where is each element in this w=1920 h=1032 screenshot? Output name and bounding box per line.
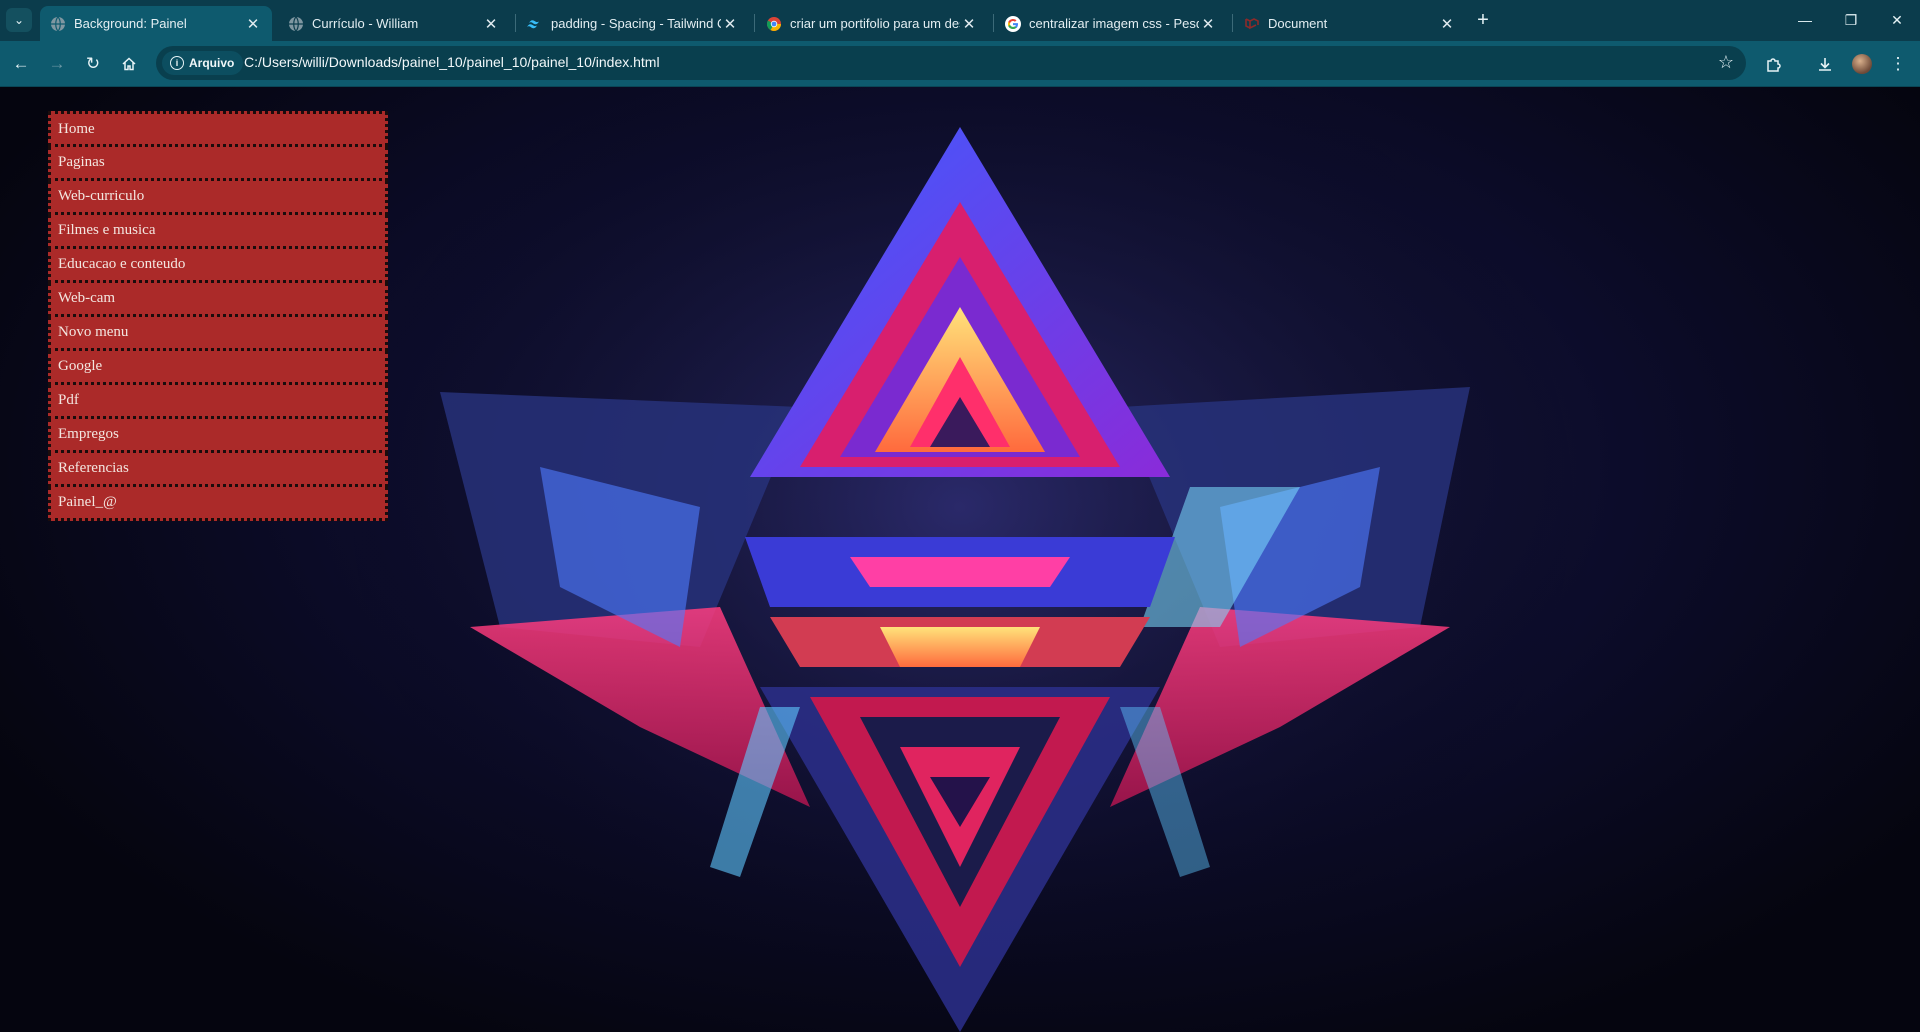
globe-icon: [288, 16, 304, 32]
arrow-left-icon: ←: [12, 54, 30, 73]
browser-toolbar: ← → ↻ i Arquivo C:/Users/willi/Downloads…: [0, 41, 1920, 87]
side-menu: Home Paginas Web-curriculo Filmes e musi…: [48, 111, 388, 521]
tab-title: padding - Spacing - Tailwind CSS: [551, 16, 721, 31]
tab-curriculo[interactable]: Currículo - William ✕: [278, 6, 510, 41]
close-tab-icon[interactable]: ✕: [1199, 15, 1217, 33]
google-icon: [1005, 15, 1021, 32]
download-icon: [1819, 58, 1831, 71]
close-tab-icon[interactable]: ✕: [244, 15, 262, 33]
restore-button[interactable]: ❐: [1828, 0, 1874, 40]
chrome-menu-button[interactable]: ⋮: [1883, 49, 1913, 79]
restore-icon: ❐: [1844, 11, 1858, 28]
tab-separator: [993, 14, 994, 32]
forward-button[interactable]: →: [42, 49, 72, 79]
menu-item-empregos[interactable]: Empregos: [48, 419, 388, 453]
home-icon: [122, 57, 136, 71]
reload-button[interactable]: ↻: [78, 49, 108, 79]
extensions-button[interactable]: [1758, 49, 1788, 79]
address-bar[interactable]: i Arquivo C:/Users/willi/Downloads/paine…: [156, 46, 1746, 80]
tab-search-button[interactable]: ⌄: [6, 8, 32, 32]
tab-separator: [1232, 14, 1233, 32]
close-icon: ✕: [1891, 11, 1903, 28]
puzzle-icon: [1766, 57, 1781, 72]
menu-item-novo-menu[interactable]: Novo menu: [48, 317, 388, 351]
laravel-icon: [1244, 16, 1260, 32]
more-vertical-icon: ⋮: [1889, 54, 1907, 73]
menu-item-google[interactable]: Google: [48, 351, 388, 385]
tab-strip: ⌄ Background: Painel ✕ Currículo - Willi…: [0, 0, 1920, 41]
tab-centralizar-imagem[interactable]: centralizar imagem css - Pesqu ✕: [995, 6, 1227, 41]
tab-title: Document: [1268, 16, 1328, 31]
menu-item-pdf[interactable]: Pdf: [48, 385, 388, 419]
tab-title: centralizar imagem css - Pesqu: [1029, 16, 1199, 31]
menu-item-referencias[interactable]: Referencias: [48, 453, 388, 487]
close-tab-icon[interactable]: ✕: [482, 15, 500, 33]
minimize-icon: —: [1798, 12, 1812, 28]
globe-icon: [50, 16, 66, 32]
menu-item-filmes-e-musica[interactable]: Filmes e musica: [48, 215, 388, 249]
close-tab-icon[interactable]: ✕: [960, 15, 978, 33]
tab-background-painel[interactable]: Background: Painel ✕: [40, 6, 272, 41]
menu-item-educacao-e-conteudo[interactable]: Educacao e conteudo: [48, 249, 388, 283]
tab-title: Currículo - William: [312, 16, 419, 31]
site-info-chip[interactable]: i Arquivo: [162, 51, 244, 75]
tab-document[interactable]: Document ✕: [1234, 6, 1466, 41]
page-viewport: Home Paginas Web-curriculo Filmes e musi…: [0, 87, 1920, 1032]
chrome-icon: [766, 16, 782, 32]
tailwind-icon: [527, 16, 543, 32]
site-info-label: Arquivo: [189, 56, 235, 70]
menu-item-home[interactable]: Home: [48, 111, 388, 147]
close-tab-icon[interactable]: ✕: [1438, 15, 1456, 33]
minimize-button[interactable]: —: [1782, 0, 1828, 40]
plus-icon: +: [1477, 8, 1489, 31]
menu-item-web-cam[interactable]: Web-cam: [48, 283, 388, 317]
tab-separator: [754, 14, 755, 32]
menu-item-painel[interactable]: Painel_@: [48, 487, 388, 521]
back-button[interactable]: ←: [6, 49, 36, 79]
profile-button[interactable]: [1847, 49, 1877, 79]
bookmark-star-icon[interactable]: ☆: [1718, 52, 1734, 73]
home-button[interactable]: [114, 49, 144, 79]
close-tab-icon[interactable]: ✕: [721, 15, 739, 33]
reload-icon: ↻: [85, 54, 101, 73]
avatar: [1852, 54, 1872, 74]
downloads-button[interactable]: [1810, 49, 1840, 79]
menu-item-paginas[interactable]: Paginas: [48, 147, 388, 181]
chevron-down-icon: ⌄: [13, 13, 25, 27]
tab-title: Background: Painel: [74, 16, 187, 31]
tab-tailwind-padding[interactable]: padding - Spacing - Tailwind CSS ✕: [517, 6, 749, 41]
close-window-button[interactable]: ✕: [1874, 0, 1920, 40]
tab-separator: [515, 14, 516, 32]
arrow-right-icon: →: [48, 54, 66, 73]
new-tab-button[interactable]: +: [1470, 8, 1496, 32]
url-text[interactable]: C:/Users/willi/Downloads/painel_10/paine…: [244, 54, 660, 70]
menu-item-web-curriculo[interactable]: Web-curriculo: [48, 181, 388, 215]
info-icon: i: [170, 56, 184, 70]
tab-title: criar um portifolio para um des: [790, 16, 960, 31]
tab-portifolio[interactable]: criar um portifolio para um des ✕: [756, 6, 988, 41]
